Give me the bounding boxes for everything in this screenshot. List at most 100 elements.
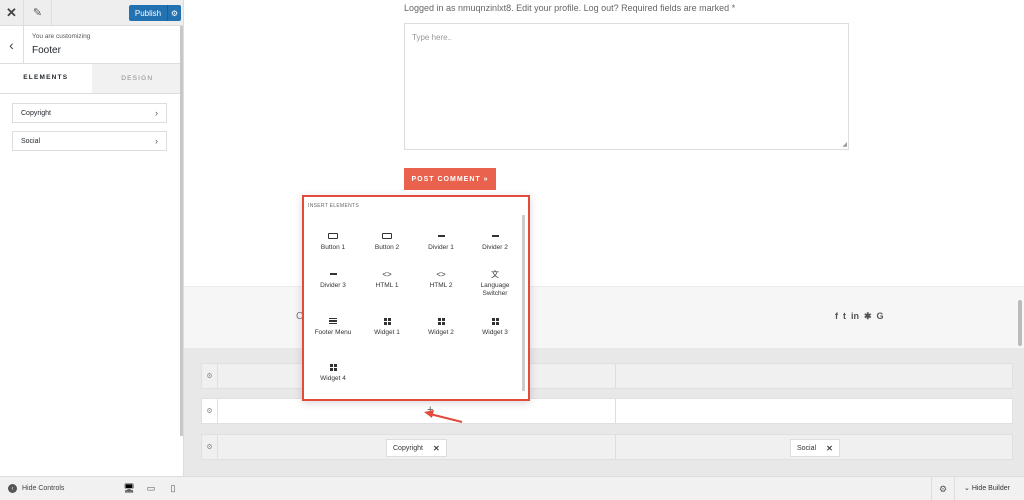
menu-icon — [308, 315, 358, 327]
desktop-icon[interactable]: 🖥 — [118, 477, 140, 500]
code-icon: <> — [436, 269, 446, 279]
gear-icon[interactable]: ⚙ — [202, 435, 218, 459]
insert-item-label: HTML 2 — [429, 282, 453, 289]
google-icon[interactable]: G — [877, 311, 884, 322]
insert-item-label: Language Switcher — [480, 282, 510, 297]
chip-label: Social — [797, 444, 817, 452]
element-list: Copyright › Social › — [0, 94, 183, 477]
insert-item-label: Widget 2 — [428, 329, 454, 336]
resize-handle-icon[interactable]: ◢ — [842, 141, 847, 148]
customizing-label: You are customizing — [32, 33, 91, 40]
tab-elements[interactable]: ELEMENTS — [0, 64, 92, 93]
insert-item-label: Widget 4 — [320, 375, 346, 382]
insert-divider-1[interactable]: Divider 1 — [416, 230, 466, 252]
section-title: Footer — [32, 45, 61, 56]
insert-item-label: HTML 1 — [375, 282, 399, 289]
back-arrow-icon[interactable]: ‹ — [0, 26, 24, 64]
preview-scrollbar[interactable] — [1018, 300, 1022, 346]
customizing-header: ‹ You are customizing Footer — [0, 26, 183, 64]
language-icon: 文 — [491, 269, 499, 279]
gear-icon[interactable]: ⚙ — [167, 5, 181, 21]
chip-copyright[interactable]: Copyright ✕ — [386, 439, 447, 457]
builder-row-bottom[interactable]: ⚙ Copyright ✕ Social ✕ — [201, 434, 1013, 460]
chevron-right-icon: › — [155, 108, 158, 118]
popup-title: INSERT ELEMENTS — [308, 203, 359, 209]
close-icon[interactable]: ✕ — [433, 444, 440, 453]
element-item-copyright[interactable]: Copyright › — [12, 103, 167, 123]
builder-row-main[interactable]: ⚙ + — [201, 398, 1013, 424]
insert-widget-1[interactable]: Widget 1 — [362, 315, 412, 337]
chip-social[interactable]: Social ✕ — [790, 439, 840, 457]
comment-placeholder: Type here.. — [412, 33, 453, 42]
button-icon — [308, 230, 358, 242]
button-icon — [362, 230, 412, 242]
tablet-icon[interactable]: ▭ — [140, 477, 162, 500]
tab-design[interactable]: DESIGN — [92, 64, 184, 93]
hide-builder-label: Hide Builder — [971, 485, 1010, 492]
hide-controls-label: Hide Controls — [22, 485, 65, 492]
widget-icon — [470, 315, 520, 327]
code-icon: <> — [382, 269, 392, 279]
insert-footer-menu[interactable]: Footer Menu — [308, 315, 358, 337]
divider-icon — [470, 230, 520, 242]
widget-icon — [362, 315, 412, 327]
customizer-panel: ✕ ✎ Publish ⚙ ‹ You are customizing Foot… — [0, 0, 184, 500]
insert-divider-2[interactable]: Divider 2 — [470, 230, 520, 252]
social-icons: f t in ✱ G — [835, 311, 884, 322]
insert-button-2[interactable]: Button 2 — [362, 230, 412, 252]
insert-item-label: Divider 3 — [320, 282, 346, 289]
mobile-icon[interactable]: ▯ — [162, 477, 184, 500]
element-item-label: Copyright — [21, 109, 51, 117]
logged-in-text: Logged in as nmuqnzinlxt8. Edit your pro… — [404, 3, 736, 13]
hide-controls-icon: ‹ — [8, 484, 17, 493]
insert-elements-popup: INSERT ELEMENTS Button 1 Button 2 Divide… — [302, 195, 530, 401]
insert-item-label: Divider 2 — [482, 244, 508, 251]
insert-item-label: Widget 3 — [482, 329, 508, 336]
gear-icon[interactable]: ⚙ — [931, 477, 955, 500]
panel-tabs: ELEMENTS DESIGN — [0, 64, 183, 94]
yelp-icon[interactable]: ✱ — [864, 311, 872, 322]
insert-widget-2[interactable]: Widget 2 — [416, 315, 466, 337]
chip-label: Copyright — [393, 444, 423, 452]
element-item-social[interactable]: Social › — [12, 131, 167, 151]
panel-scrollbar[interactable] — [180, 26, 183, 436]
insert-item-label: Button 1 — [320, 244, 346, 251]
insert-html-1[interactable]: <> HTML 1 — [362, 268, 412, 290]
post-comment-button[interactable]: POST COMMENT » — [404, 168, 496, 190]
publish-label: Publish — [134, 8, 162, 18]
widget-icon — [416, 315, 466, 327]
panel-footer: ‹ Hide Controls 🖥 ▭ ▯ — [0, 476, 184, 500]
facebook-icon[interactable]: f — [835, 311, 838, 322]
insert-item-label: Divider 1 — [428, 244, 454, 251]
gear-icon[interactable]: ⚙ — [202, 399, 218, 423]
linkedin-icon[interactable]: in — [851, 311, 859, 322]
publish-button[interactable]: Publish ⚙ — [129, 5, 181, 21]
divider-icon — [308, 268, 358, 280]
insert-widget-3[interactable]: Widget 3 — [470, 315, 520, 337]
widget-icon — [308, 361, 358, 373]
hide-builder-button[interactable]: ⌄ Hide Builder — [964, 484, 1010, 492]
twitter-icon[interactable]: t — [843, 311, 846, 322]
hide-controls-button[interactable]: ‹ Hide Controls — [0, 484, 118, 493]
popup-scrollbar[interactable] — [522, 215, 525, 391]
chevron-down-icon: ⌄ — [964, 485, 972, 492]
close-icon[interactable]: ✕ — [0, 0, 24, 26]
insert-button-1[interactable]: Button 1 — [308, 230, 358, 252]
insert-html-2[interactable]: <> HTML 2 — [416, 268, 466, 290]
insert-item-label: Widget 1 — [374, 329, 400, 336]
column-divider — [615, 399, 616, 423]
insert-divider-3[interactable]: Divider 3 — [308, 268, 358, 290]
comment-textarea[interactable]: Type here.. ◢ — [404, 23, 849, 150]
insert-widget-4[interactable]: Widget 4 — [308, 361, 358, 383]
column-divider — [615, 364, 616, 388]
insert-language-switcher[interactable]: 文 Language Switcher — [470, 268, 520, 298]
gear-icon[interactable]: ⚙ — [202, 364, 218, 388]
pencil-icon[interactable]: ✎ — [24, 0, 52, 26]
insert-item-label: Button 2 — [374, 244, 400, 251]
close-icon[interactable]: ✕ — [826, 444, 833, 453]
annotation-arrow-icon — [424, 410, 463, 423]
chevron-right-icon: › — [155, 136, 158, 146]
insert-item-label: Footer Menu — [314, 329, 352, 336]
column-divider — [615, 435, 616, 459]
builder-footer: ⚙ ⌄ Hide Builder — [184, 476, 1024, 500]
